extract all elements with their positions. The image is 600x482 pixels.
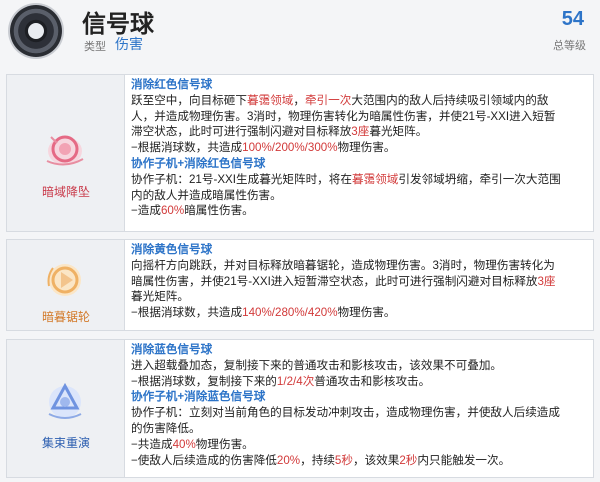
highlight: 100%/200%/300%	[242, 141, 338, 155]
highlight: 20%	[276, 453, 301, 467]
yellow-orb-icon	[47, 264, 81, 296]
section-title: 协作子机+消除红色信号球	[131, 156, 266, 170]
red-orb-icon	[46, 135, 84, 166]
desc-line: −根据消球数，复制接下来的1/2/4次普通攻击和影核攻击。	[131, 374, 587, 390]
desc-line: 进入超载叠加态，复制接下来的普通攻击和影核攻击，该效果不可叠加。	[131, 358, 503, 372]
text: 物理伤害。	[195, 437, 254, 451]
highlight: 牵引一次	[304, 93, 352, 107]
highlight: 40%	[172, 437, 196, 451]
text: 暗属性伤害，并使21号-XXI进入短暂滞空状态，此时可进行强制闪避对目标释放	[131, 274, 538, 288]
highlight: 暮霭领域	[246, 93, 294, 107]
skill-description: 消除蓝色信号球 进入超载叠加态，复制接下来的普通攻击和影核攻击，该效果不可叠加。…	[131, 342, 587, 468]
skill-icon-panel: 暗域降坠	[7, 75, 125, 231]
desc-line: 跃至空中，向目标砸下暮霭领域，牵引一次大范围内的敌人后持续吸引领域内的敌	[131, 93, 587, 109]
text: ，	[293, 93, 305, 107]
text: 大范围内的敌人后持续吸引领域内的敌	[351, 93, 549, 107]
desc-line: 协作子机：立刻对当前角色的目标发动冲刺攻击，造成物理伤害，并使敌人后续造成	[131, 406, 560, 420]
text: 普通攻击和影核攻击。	[314, 374, 431, 388]
level-label: 总等级	[553, 40, 586, 52]
text: 内只能触发一次。	[417, 453, 511, 467]
text: −根据消球数，共造成	[131, 141, 243, 155]
section-title: 消除蓝色信号球	[131, 343, 213, 356]
desc-line: 内的敌人并造成暗属性伤害。	[131, 188, 282, 202]
desc-line: 协作子机：21号-XXI生成暮光矩阵时，将在暮霭领域引发邻域坍缩，牵引一次大范围	[131, 172, 587, 188]
skill-card-yellow: 暗暮锯轮 消除黄色信号球 向摇杆方向跳跃，并对目标释放暗暮锯轮，造成物理伤害。3…	[6, 239, 594, 331]
text: 引发邻域坍缩，牵引一次大范围	[398, 172, 561, 186]
text: ，持续	[300, 453, 335, 467]
highlight: 暮霭领域	[351, 172, 399, 186]
type-label: 类型	[84, 41, 106, 53]
desc-line: −使敌人后续造成的伤害降低20%，持续5秒，该效果2秒内只能触发一次。	[131, 453, 587, 469]
text: −根据消球数，共造成	[131, 306, 243, 320]
text: 物理伤害。	[337, 306, 396, 320]
type-value: 伤害	[115, 36, 143, 52]
highlight: 5秒	[334, 453, 353, 467]
skill-description: 消除红色信号球 跃至空中，向目标砸下暮霭领域，牵引一次大范围内的敌人后持续吸引领…	[131, 77, 587, 219]
skill-name: 暗域降坠	[41, 185, 90, 199]
skill-icon-panel: 集束重演	[7, 340, 125, 477]
text: −共造成	[131, 437, 173, 451]
desc-line: 人，并造成物理伤害。3消时，物理伤害转化为暗属性伤害，并使21号-XXI进入短暂	[131, 109, 556, 123]
header: 信号球 类型 伤害 54 总等级	[0, 0, 600, 62]
text: 跃至空中，向目标砸下	[131, 93, 247, 107]
skill-card-red: 暗域降坠 消除红色信号球 跃至空中，向目标砸下暮霭领域，牵引一次大范围内的敌人后…	[6, 74, 594, 232]
blue-orb-icon	[48, 382, 82, 419]
text: 协作子机：21号-XXI生成暮光矩阵时，将在	[131, 172, 352, 186]
section-title: 消除红色信号球	[131, 78, 213, 91]
desc-line: −共造成40%物理伤害。	[131, 437, 587, 453]
desc-line: 暮光矩阵。	[131, 290, 189, 304]
highlight: 140%/280%/420%	[242, 306, 338, 320]
level-value: 54	[561, 8, 584, 30]
highlight: 3座	[351, 125, 370, 139]
skill-name: 暗暮锯轮	[41, 310, 90, 324]
desc-line: 的伤害降低。	[131, 421, 201, 435]
text: −造成	[131, 204, 161, 218]
section-title: 消除黄色信号球	[131, 243, 213, 256]
section-title: 协作子机+消除蓝色信号球	[131, 390, 266, 404]
desc-line: −根据消球数，共造成100%/200%/300%物理伤害。	[131, 140, 587, 156]
dark-orb-icon	[10, 5, 62, 57]
skill-card-blue: 集束重演 消除蓝色信号球 进入超载叠加态，复制接下来的普通攻击和影核攻击，该效果…	[6, 339, 594, 478]
text: 滞空状态，此时可进行强制闪避对目标释放	[131, 125, 352, 139]
desc-line: −造成60%暗属性伤害。	[131, 203, 587, 219]
highlight: 60%	[160, 204, 185, 218]
text: −使敌人后续造成的伤害降低	[131, 453, 277, 467]
text: ，该效果	[352, 453, 400, 467]
skill-name: 集束重演	[41, 436, 90, 450]
desc-line: 向摇杆方向跳跃，并对目标释放暗暮锯轮，造成物理伤害。3消时，物理伤害转化为	[131, 258, 555, 272]
desc-line: 暗属性伤害，并使21号-XXI进入短暂滞空状态，此时可进行强制闪避对目标释放3座	[131, 274, 587, 290]
highlight: 2秒	[399, 453, 418, 467]
desc-line: 滞空状态，此时可进行强制闪避对目标释放3座暮光矩阵。	[131, 124, 587, 140]
text: −根据消球数，复制接下来的	[131, 374, 277, 388]
text: 暗属性伤害。	[184, 204, 254, 218]
skill-icon-panel: 暗暮锯轮	[7, 240, 125, 330]
text: 暮光矩阵。	[369, 125, 428, 139]
highlight: 1/2/4次	[276, 374, 315, 388]
skill-description: 消除黄色信号球 向摇杆方向跳跃，并对目标释放暗暮锯轮，造成物理伤害。3消时，物理…	[131, 242, 587, 321]
desc-line: −根据消球数，共造成140%/280%/420%物理伤害。	[131, 305, 587, 321]
text: 物理伤害。	[337, 141, 396, 155]
highlight: 3座	[537, 274, 556, 288]
